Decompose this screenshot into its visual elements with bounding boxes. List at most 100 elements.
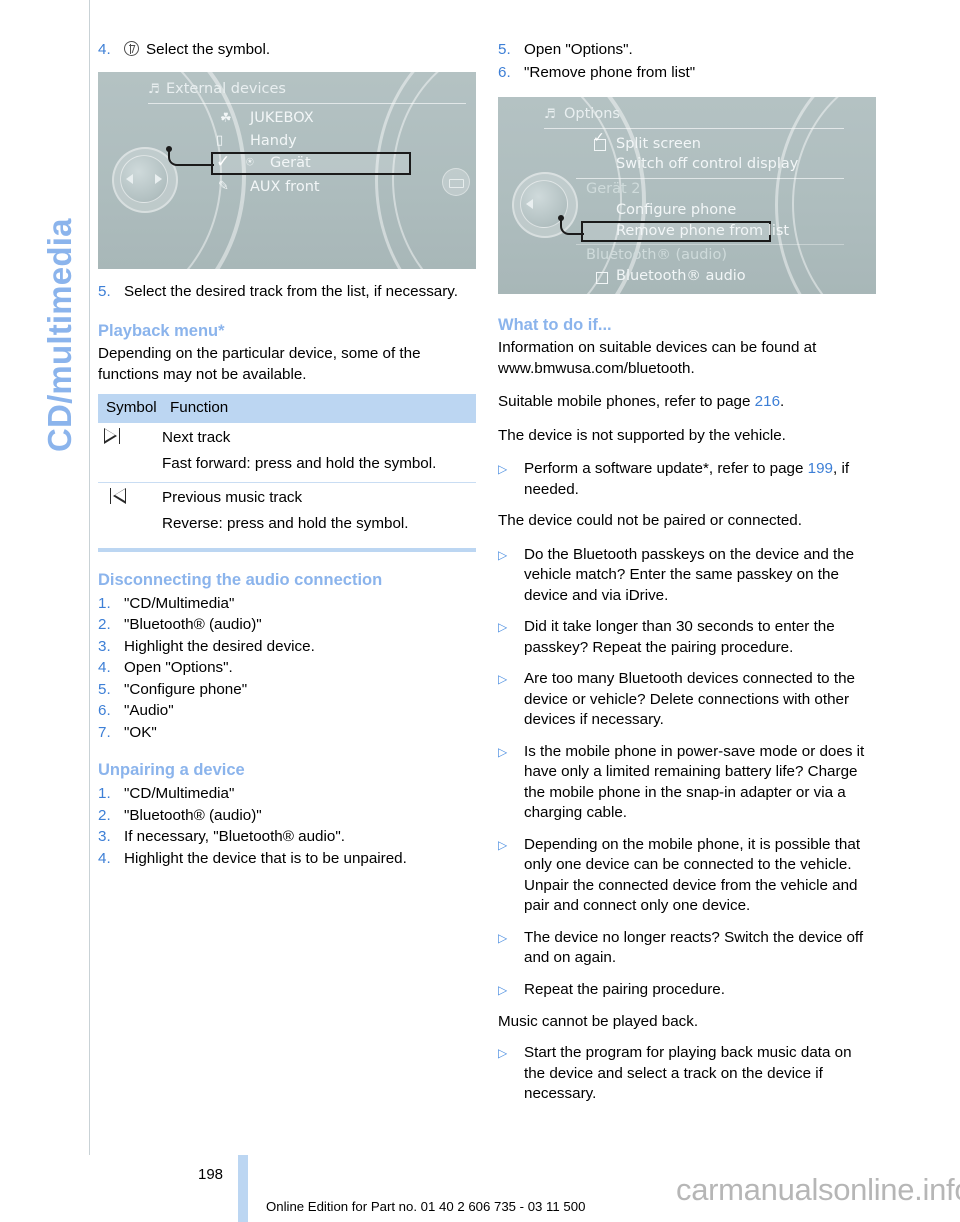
left-column: 4. Select the symbol. ♬ External devices… — [98, 40, 476, 885]
list-item: 7. "OK" — [98, 722, 476, 744]
step-4: 4. Select the symbol. — [98, 40, 476, 61]
arrow-left-icon — [526, 199, 533, 209]
list-item: ▷ Do the Bluetooth passkeys on the device… — [498, 545, 876, 607]
snap-in-adapter-icon: ▯ — [216, 132, 224, 148]
list-item[interactable]: Handy — [250, 133, 297, 149]
list-item: 4. Open "Options". — [98, 657, 476, 679]
chapter-tab-label: CD/multimedia — [41, 218, 78, 452]
list-item[interactable]: JUKEBOX — [250, 110, 314, 126]
list-text: "Bluetooth® (audio)" — [124, 806, 262, 824]
figure-title: Options — [564, 106, 620, 122]
triangle-bullet-icon: ▷ — [498, 1046, 508, 1060]
list-text: Perform a software update*, refer to pag… — [524, 460, 850, 498]
callout-leader-line — [558, 215, 584, 235]
list-item: ▷ Perform a software update*, refer to p… — [498, 459, 876, 500]
list-item: ▷ Are too many Bluetooth devices connecte… — [498, 669, 876, 731]
list-item-selected[interactable]: Remove phone from list — [616, 223, 789, 239]
music-paragraph: Music cannot be played back. — [498, 1012, 699, 1030]
list-text: Is the mobile phone in power-save mode o… — [524, 742, 865, 822]
table-header-symbol: Symbol — [98, 394, 162, 423]
figure-header-divider — [544, 128, 844, 129]
table-cell-line: Fast forward: press and hold the symbol. — [162, 455, 437, 472]
list-text: "Bluetooth® (audio)" — [124, 616, 262, 633]
list-number: 3. — [98, 637, 111, 655]
list-text: Highlight the device that is to be unpai… — [124, 849, 407, 867]
list-item[interactable]: Bluetooth® audio — [616, 268, 746, 284]
right-step-6: 6. "Remove phone from list" — [498, 63, 876, 84]
list-item: ▷ Is the mobile phone in power-save mode … — [498, 742, 876, 824]
list-number: 4. — [98, 659, 111, 676]
list-item: 5. "Configure phone" — [98, 679, 476, 701]
page-reference-199[interactable]: 199 — [808, 460, 833, 477]
list-item-selected[interactable]: Gerät — [270, 155, 311, 171]
list-number: 6. — [98, 702, 111, 719]
music-bullet-list: ▷ Start the program for playing back musi… — [498, 1043, 876, 1105]
list-text: "OK" — [124, 723, 157, 741]
list-text: Start the program for playing back music… — [524, 1044, 852, 1102]
display-side-button — [442, 167, 470, 196]
table-cell-line: Previous music track — [162, 488, 303, 506]
list-number: 2. — [98, 616, 111, 633]
group-label: Gerät 2 — [586, 181, 641, 197]
list-text: "CD/Multimedia" — [124, 594, 235, 612]
software-update-bullet-list: ▷ Perform a software update*, refer to p… — [498, 459, 876, 500]
arrow-left-icon — [126, 173, 133, 184]
list-item: ▷ Did it take longer than 30 seconds to e… — [498, 617, 876, 658]
right-step-6-text: "Remove phone from list" — [524, 63, 696, 81]
playback-menu-heading: Playback menu* — [98, 322, 225, 340]
section-rule — [98, 547, 476, 552]
list-item[interactable]: Switch off control display — [616, 156, 798, 172]
list-item: ▷ Start the program for playing back musi… — [498, 1043, 876, 1105]
figure-external-devices: ♬ External devices ☘ JUKEBOX ▯ Handy ✓ ⍟… — [98, 71, 476, 269]
chapter-tab: CD/multimedia — [0, 0, 90, 1155]
list-text: "CD/Multimedia" — [124, 785, 235, 802]
checkmark-icon: ✓ — [216, 151, 231, 172]
disconnect-steps-list: 1. "CD/Multimedia" 2. "Bluetooth® (audio)"… — [98, 593, 476, 744]
previous-track-description: Previous music track Reverse: press and … — [162, 481, 476, 542]
checkbox-unchecked[interactable] — [596, 272, 608, 284]
page-number: 198 — [198, 1166, 224, 1183]
table-row: Next track Fast forward: press and hold … — [98, 423, 476, 483]
step-4-number: 4. — [98, 41, 111, 58]
multimedia-icon: ♬ — [148, 81, 160, 97]
triangle-bullet-icon: ▷ — [498, 837, 508, 852]
step-4-text: Select the symbol. — [124, 40, 476, 61]
list-item: 1. "CD/Multimedia" — [98, 593, 476, 615]
list-number: 2. — [98, 806, 111, 824]
right-step-5: 5. Open "Options". — [498, 40, 876, 61]
info-paragraph: Information on suitable devices can be f… — [498, 339, 817, 377]
right-step-5-number: 5. — [498, 41, 511, 58]
triangle-bullet-icon: ▷ — [498, 982, 508, 997]
figure-group-divider — [576, 244, 844, 245]
controller-knob — [120, 154, 168, 203]
callout-leader-line — [166, 145, 214, 166]
aux-pen-icon: ✎ — [218, 178, 229, 194]
disconnecting-heading: Disconnecting the audio connection — [98, 570, 383, 589]
unpair-steps-list: 1. "CD/Multimedia" 2. "Bluetooth® (audio)"… — [98, 783, 476, 869]
list-item: ▷ The device no longer reacts? Switch the… — [498, 928, 876, 969]
footer-accent-bar — [238, 1155, 248, 1222]
previous-track-icon — [103, 487, 127, 504]
period: . — [780, 393, 785, 410]
previous-track-cell — [98, 481, 162, 542]
chapter-tab-divider — [89, 0, 90, 1155]
list-item[interactable]: Split screen — [616, 136, 701, 152]
list-item[interactable]: AUX front — [250, 179, 320, 195]
list-item: 4. Highlight the device that is to be unp… — [98, 848, 476, 870]
list-text: Did it take longer than 30 seconds to en… — [524, 618, 835, 656]
what-to-do-heading: What to do if... — [498, 316, 612, 334]
table-header-row: Symbol Function — [98, 394, 476, 423]
next-track-icon — [103, 427, 127, 444]
group-label: Bluetooth® (audio) — [586, 247, 727, 263]
list-item[interactable]: Configure phone — [616, 202, 736, 218]
list-item: ▷ Repeat the pairing procedure. — [498, 980, 876, 1001]
page-reference-216[interactable]: 216 — [755, 393, 780, 410]
list-number: 1. — [98, 594, 111, 612]
list-text: Open "Options". — [124, 659, 233, 676]
list-item: 3. If necessary, "Bluetooth® audio". — [98, 826, 476, 848]
right-step-5-text: Open "Options". — [524, 41, 633, 58]
symbol-function-table: Symbol Function Next track Fast forward:… — [98, 394, 476, 542]
right-step-6-number: 6. — [498, 63, 511, 81]
edition-notice: Online Edition for Part no. 01 40 2 606 … — [266, 1199, 586, 1214]
right-column: 5. Open "Options". 6. "Remove phone from… — [498, 40, 876, 1116]
